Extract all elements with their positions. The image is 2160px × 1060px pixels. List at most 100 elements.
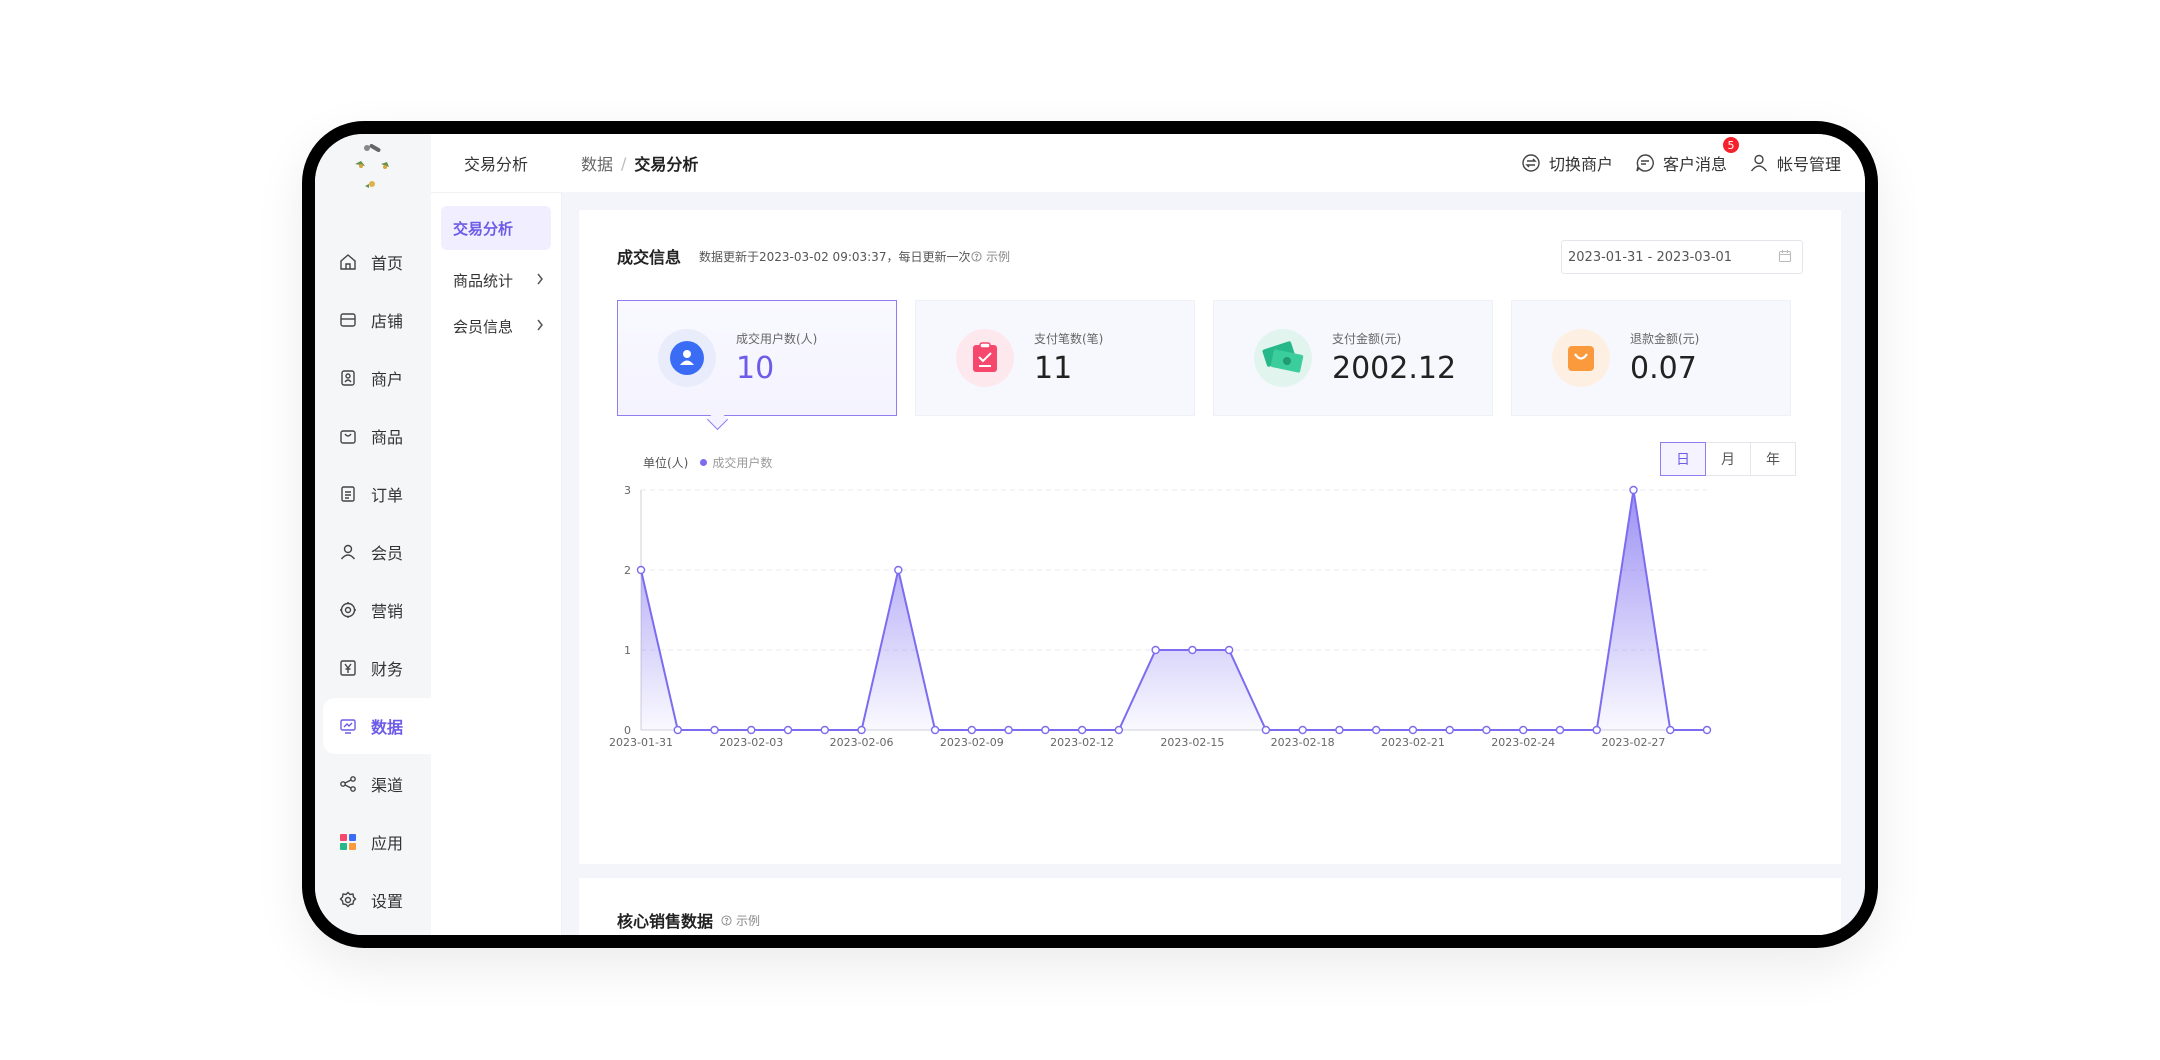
sub-menu-item-label: 商品统计 [453,271,514,290]
data-point [1261,725,1271,735]
sidebar-item-label: 订单 [371,486,404,505]
chevron-right-icon [535,271,545,291]
apps-icon [337,831,359,853]
sidebar-item-shop[interactable]: 店铺 [323,292,431,348]
y-tick-label: 2 [624,564,631,577]
sidebar-item-product[interactable]: 商品 [323,408,431,464]
x-tick-label: 2023-02-27 [1602,736,1666,749]
x-tick-label: 2023-02-03 [719,736,783,749]
sidebar-item-order[interactable]: 订单 [323,466,431,522]
device-frame: 首页 店铺 商户 商品 订单 会员 营销 财务 数据 渠道 应用 设置 交易分析… [302,121,1878,948]
message-icon [1635,153,1655,173]
message-count-badge: 5 [1722,137,1739,153]
question-icon [971,251,982,262]
stat-card-payment-count[interactable]: 支付笔数(笔) 11 [915,300,1195,416]
y-tick-label: 1 [624,644,631,657]
stat-label: 支付金额(元) [1332,332,1402,346]
data-point [1041,725,1050,735]
sidebar-item-label: 应用 [371,834,404,853]
sidebar-item-apps[interactable]: 应用 [323,814,431,870]
stat-value: 10 [736,351,775,386]
data-point [1519,725,1528,735]
legend-entry: 成交用户数 [712,456,773,470]
period-year-button[interactable]: 年 [1750,442,1796,476]
header-actions: 切换商户 客户消息 5 帐号管理 [1499,134,1841,192]
stat-label: 支付笔数(笔) [1034,332,1104,346]
core-sales-card: 核心销售数据 示例 [579,878,1841,935]
customer-message-label: 客户消息 [1662,155,1727,174]
data-point [1371,725,1381,735]
example-help-label: 示例 [986,250,1011,264]
settings-icon [337,889,359,911]
period-month-button[interactable]: 月 [1705,442,1751,476]
sub-menu: 交易分析 交易分析 商品统计 会员信息 [431,134,562,935]
data-point [1445,725,1454,735]
money-icon [1254,329,1312,387]
data-point [1482,725,1491,735]
sub-menu-item-transaction-analysis[interactable]: 交易分析 [441,206,551,250]
stat-card-refund-amount[interactable]: 退款金额(元) 0.07 [1511,300,1791,416]
period-day-button[interactable]: 日 [1660,442,1706,476]
customer-message-button[interactable]: 客户消息 5 [1635,137,1739,175]
marketing-icon [337,599,359,621]
stat-card-payment-amount[interactable]: 支付金额(元) 2002.12 [1213,300,1493,416]
sidebar-item-label: 财务 [371,660,404,679]
data-point [857,725,866,735]
stat-card-transaction-users[interactable]: 成交用户数(人) 10 [617,300,897,416]
data-point [1224,645,1234,655]
core-sales-help-link[interactable]: 示例 [721,912,760,929]
account-management-button[interactable]: 帐号管理 [1749,151,1841,175]
user-icon [1749,153,1769,173]
core-sales-title: 核心销售数据 [617,912,714,931]
sub-menu-item-product-stats[interactable]: 商品统计 [441,258,551,302]
data-point [930,725,940,735]
channel-icon [337,773,359,795]
data-point [783,725,793,735]
sidebar-item-label: 商品 [371,428,404,447]
section-title: 成交信息 [617,248,682,267]
sidebar-item-label: 首页 [371,254,404,273]
sidebar-item-member[interactable]: 会员 [323,524,431,580]
legend-swatch [700,459,708,466]
stat-value: 0.07 [1630,351,1697,386]
sidebar-item-finance[interactable]: 财务 [323,640,431,696]
date-range-picker[interactable]: 2023-01-31 - 2023-03-01 [1561,240,1803,274]
sidebar-item-marketing[interactable]: 营销 [323,582,431,638]
receipt-icon [956,329,1014,387]
user-icon [658,329,716,387]
data-point [673,725,682,735]
account-management-label: 帐号管理 [1776,155,1841,174]
data-point [1004,725,1013,735]
sidebar-item-label: 营销 [371,602,404,621]
data-point [820,725,829,735]
data-point [1188,645,1197,655]
sidebar-item-merchant[interactable]: 商户 [323,350,431,406]
x-tick-label: 2023-02-21 [1381,736,1445,749]
stat-label: 退款金额(元) [1630,332,1700,346]
breadcrumb-parent[interactable]: 数据 [581,151,613,175]
data-point [1077,725,1087,735]
switch-merchant-button[interactable]: 切换商户 [1521,151,1613,175]
switch-merchant-label: 切换商户 [1548,155,1613,174]
calendar-icon [1778,249,1792,267]
sidebar-item-data[interactable]: 数据 [323,698,431,754]
data-point [1408,725,1418,735]
sidebar-item-channel[interactable]: 渠道 [323,756,431,812]
sidebar-item-label: 会员 [371,544,404,563]
data-point [1335,725,1344,735]
data-point [1555,725,1565,735]
sidebar-item-home[interactable]: 首页 [323,234,431,290]
transaction-users-chart: 01232023-01-31 2023-02-03 2023-02-06 2023-0… [609,484,1712,749]
order-icon [337,483,359,505]
x-tick-label: 2023-02-12 [1050,736,1114,749]
data-point [1702,725,1712,735]
shop-icon [337,309,359,331]
breadcrumb-current: 交易分析 [634,155,699,174]
update-note: 数据更新于2023-03-02 09:03:37，每日更新一次 [699,250,971,264]
data-point [1592,725,1601,735]
data-point [1666,725,1675,735]
sub-menu-item-member-info[interactable]: 会员信息 [441,304,551,348]
sidebar-item-settings[interactable]: 设置 [323,872,431,928]
stat-label: 成交用户数(人) [736,332,818,346]
example-help-link[interactable]: 示例 [971,248,1010,265]
